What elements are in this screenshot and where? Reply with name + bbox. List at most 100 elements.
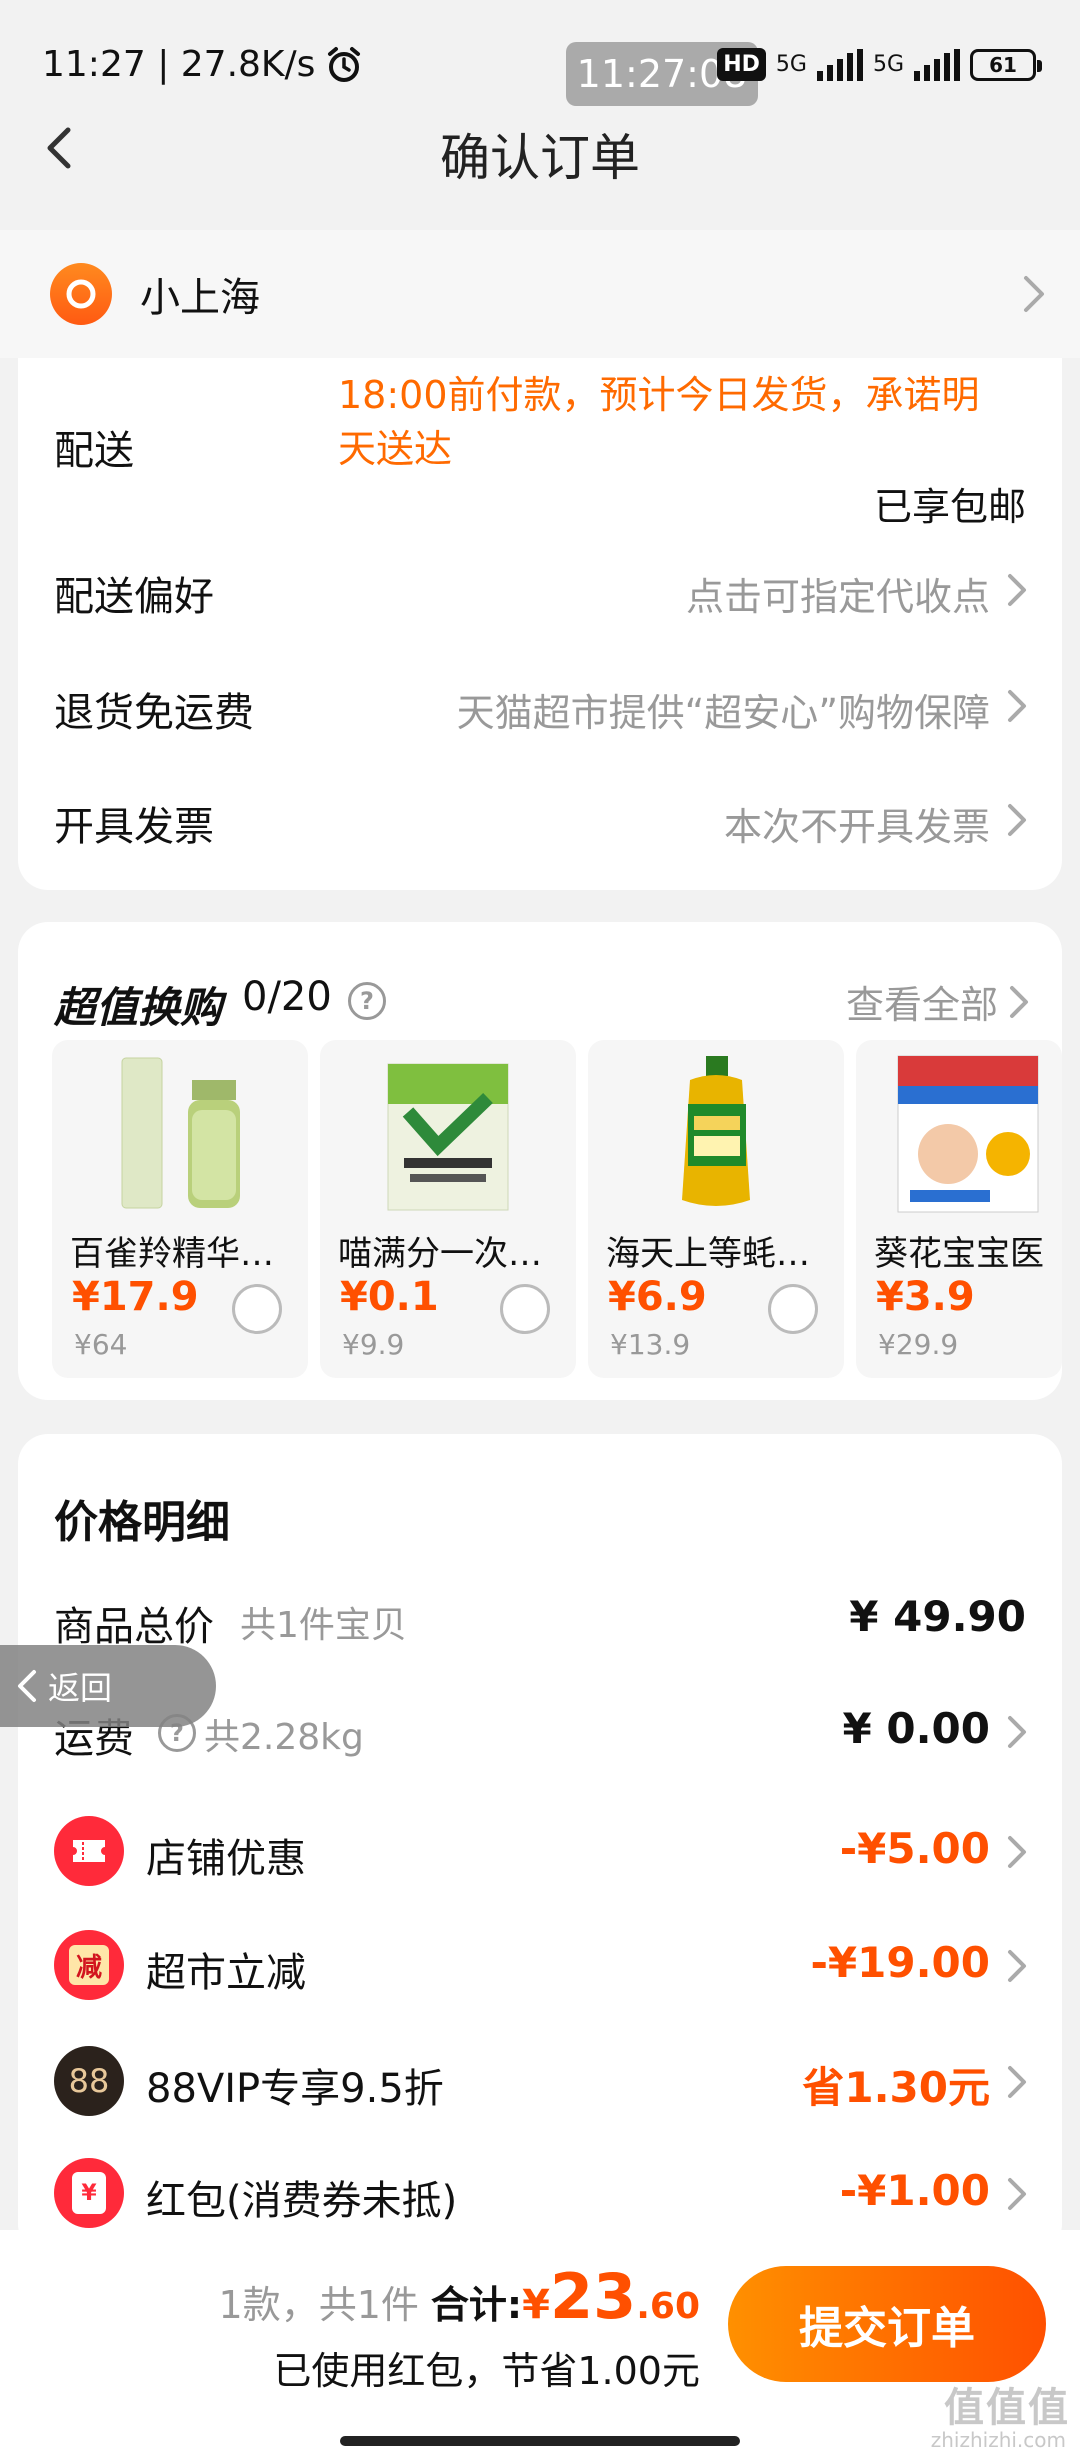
hd-badge: HD (717, 48, 766, 81)
chevron-right-icon (1008, 2066, 1026, 2098)
freight-weight: 共2.28kg (204, 1717, 364, 1758)
shop-discount-label: 店铺优惠 (146, 1836, 306, 1882)
signal-icon (816, 48, 863, 81)
floating-back-button[interactable]: 返回 (0, 1645, 216, 1727)
vip-discount-row[interactable]: 88 88VIP专享9.5折 省1.30元 (18, 2036, 1062, 2126)
delivery-pref-label: 配送偏好 (54, 574, 214, 620)
product-name: 喵满分一次… (338, 1234, 542, 1274)
product-price: ¥17.9 (72, 1274, 199, 1320)
signal-icon (914, 48, 960, 81)
chevron-right-icon (1008, 804, 1026, 836)
product-original-price: ¥64 (74, 1328, 128, 1361)
ticket-icon (54, 1816, 124, 1886)
chevron-right-icon (1008, 690, 1026, 722)
item-count: 1款，共1件 (218, 2283, 419, 2327)
delivery-promise-line1: 18:00前付款，预计今日发货，承诺明 (338, 373, 980, 417)
status-time-speed: 11:27 | 27.8K/s (42, 44, 316, 85)
red-packet-icon: ¥ (54, 2158, 124, 2228)
saving-note: 已使用红包，节省1.00元 (273, 2349, 700, 2393)
market-discount-row[interactable]: 减 超市立减 -¥19.00 (18, 1920, 1062, 2010)
address-text: 小上海 (140, 275, 260, 321)
delivery-preference-row[interactable]: 配送偏好 点击可指定代收点 (18, 548, 1062, 628)
freight-value: ¥ 0.00 (842, 1704, 990, 1753)
delivery-label: 配送 (54, 428, 134, 474)
shipping-note: 已享包邮 (873, 485, 1026, 529)
chevron-right-icon (1008, 1950, 1026, 1982)
invoice-value: 本次不开具发票 (723, 805, 990, 849)
goods-total-label: 商品总价 (54, 1604, 214, 1650)
product-name: 百雀羚精华… (70, 1234, 274, 1274)
red-packet-icon-text: ¥ (72, 2172, 106, 2214)
chevron-right-icon (1008, 1836, 1026, 1868)
watermark-site: zhizhizhi.com (930, 2428, 1066, 2452)
price-detail-title: 价格明细 (54, 1497, 230, 1548)
page-title: 确认订单 (440, 129, 640, 187)
watermark-logo: 值值值 (944, 2385, 1070, 2431)
chevron-right-icon (1008, 574, 1026, 606)
alarm-icon (328, 46, 361, 82)
chevron-right-icon (1024, 276, 1044, 312)
location-pin-icon (50, 263, 112, 325)
product-image (897, 1055, 1039, 1213)
discount-icon: 减 (54, 1930, 124, 2000)
home-indicator[interactable] (340, 2436, 740, 2446)
product-image (121, 1057, 240, 1209)
product-image (682, 1056, 750, 1206)
status-left: 11:27 | 27.8K/s (42, 44, 363, 85)
shop-discount-row[interactable]: 店铺优惠 -¥5.00 (18, 1806, 1062, 1896)
product-price: ¥0.1 (340, 1274, 439, 1320)
goods-total-sub: 共1件宝贝 (240, 1605, 407, 1646)
select-radio[interactable] (232, 1284, 282, 1334)
total-integer: 23 (549, 2260, 637, 2333)
return-freight-row[interactable]: 退货免运费 天猫超市提供“超安心”购物保障 (18, 664, 1062, 744)
product-original-price: ¥29.9 (878, 1328, 959, 1361)
product-name: 葵花宝宝医 (874, 1234, 1044, 1274)
back-arrow-icon[interactable] (30, 118, 90, 178)
view-all-link[interactable]: 查看全部 (846, 974, 1032, 1029)
select-radio[interactable] (500, 1284, 550, 1334)
product-price: ¥3.9 (876, 1274, 975, 1320)
swap-product[interactable]: 喵满分一次… ¥0.1 ¥9.9 (320, 1040, 576, 1378)
invoice-row[interactable]: 开具发票 本次不开具发票 (18, 778, 1062, 858)
swap-count: 0/20 (242, 974, 332, 1020)
swap-title: 超值换购 (54, 983, 223, 1032)
select-radio[interactable] (768, 1284, 818, 1334)
delivery-card: 配送 18:00前付款，预计今日发货，承诺明 天送达 已享包邮 配送偏好 点击可… (18, 358, 1062, 890)
vip-88-icon: 88 (54, 2046, 124, 2116)
chevron-right-icon (1010, 985, 1028, 1018)
red-packet-label: 红包(消费券未抵) (146, 2178, 458, 2224)
swap-product[interactable]: 葵花宝宝医 ¥3.9 ¥29.9 (856, 1040, 1062, 1378)
product-image (387, 1063, 509, 1211)
discount-icon-text: 减 (69, 1945, 109, 1985)
red-packet-row[interactable]: ¥ 红包(消费券未抵) -¥1.00 (18, 2148, 1062, 2238)
address-row[interactable]: 小上海 (0, 230, 1080, 358)
swap-card: 超值换购 0/20 ? 查看全部 百雀羚精华… ¥17.9 ¥64 喵满分一次…… (18, 922, 1062, 1400)
view-all-label: 查看全部 (845, 983, 998, 1027)
order-summary: 1款，共1件 合计: ¥ 23 .60 (219, 2260, 700, 2333)
red-packet-value: -¥1.00 (839, 2166, 990, 2215)
product-original-price: ¥9.9 (342, 1328, 405, 1361)
bottom-bar: 1款，共1件 合计: ¥ 23 .60 已使用红包，节省1.00元 提交订单 (0, 2230, 1080, 2460)
chevron-right-icon (1008, 1716, 1026, 1748)
net-label-1: 5G (775, 52, 807, 77)
market-discount-label: 超市立减 (146, 1950, 306, 1996)
goods-total-value: ¥ 49.90 (849, 1592, 1026, 1641)
total-decimal: .60 (636, 2286, 700, 2327)
net-label-2: 5G (872, 52, 904, 77)
return-label: 退货免运费 (54, 690, 254, 736)
invoice-label: 开具发票 (54, 804, 214, 850)
submit-order-button[interactable]: 提交订单 (728, 2266, 1046, 2382)
delivery-pref-value: 点击可指定代收点 (685, 575, 990, 619)
swap-product[interactable]: 海天上等蚝… ¥6.9 ¥13.9 (588, 1040, 844, 1378)
help-icon[interactable]: ? (348, 982, 386, 1020)
product-price: ¥6.9 (608, 1274, 707, 1320)
vip-discount-value: 省1.30元 (802, 2063, 990, 2112)
delivery-promise-line2: 天送达 (338, 427, 453, 471)
chevron-left-icon (18, 1670, 36, 1702)
market-discount-value: -¥19.00 (810, 1938, 990, 1987)
swap-product[interactable]: 百雀羚精华… ¥17.9 ¥64 (52, 1040, 308, 1378)
price-detail-card: 价格明细 商品总价 共1件宝贝 ¥ 49.90 运费 ? 共2.28kg ¥ 0… (18, 1434, 1062, 2254)
total-currency: ¥ (522, 2282, 550, 2328)
status-bar: 11:27 | 27.8K/s 11:27:08 HD 5G 5G 61 (0, 0, 1080, 130)
battery-icon: 61 (970, 48, 1042, 81)
